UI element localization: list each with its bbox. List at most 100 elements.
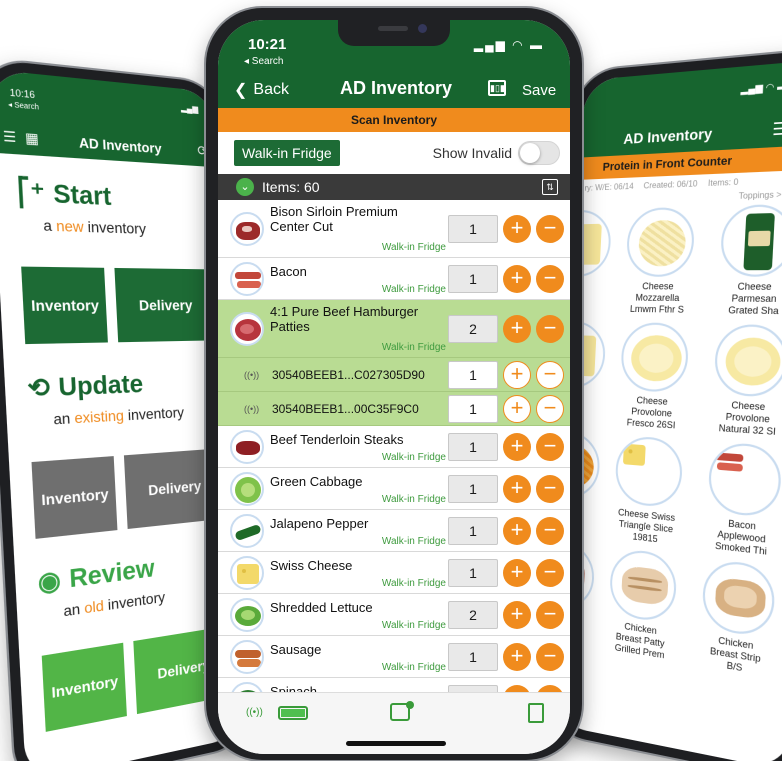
minus-button[interactable]: − bbox=[536, 264, 564, 293]
product-tile[interactable]: Chicken Breast Patty Grilled Prem bbox=[596, 546, 689, 666]
minus-button[interactable]: − bbox=[536, 360, 564, 389]
product-tile[interactable]: Cheese Parmesan Grated Sha bbox=[706, 203, 782, 319]
product-tile[interactable]: Bacon Applewood Smoked Thi bbox=[694, 441, 782, 562]
filter-bar: Walk-in Fridge Show Invalid bbox=[218, 132, 570, 174]
list-item[interactable]: Swiss Cheese Walk-in Fridge 1 + − bbox=[218, 552, 570, 594]
menu-icon[interactable]: ☰ bbox=[3, 128, 17, 147]
product-label: Cheese Mozzarella Lmwm Fthr S bbox=[629, 280, 685, 315]
product-tile[interactable]: Chicken Breast Strip B/S bbox=[688, 557, 782, 682]
minus-button[interactable]: − bbox=[536, 600, 564, 629]
rfid-tag-row[interactable]: ((•)) 30540BEEB1...00C35F9C0 1 + − bbox=[218, 392, 570, 426]
back-to-search[interactable]: ◂ Search bbox=[8, 100, 39, 111]
list-item[interactable]: Bison Sirloin Premium Center Cut Walk-in … bbox=[218, 200, 570, 258]
product-tile[interactable]: Cheese Swiss Triangle Slice 19815 bbox=[602, 434, 695, 550]
quantity-field[interactable]: 1 bbox=[448, 264, 498, 293]
plus-button[interactable]: + bbox=[503, 360, 531, 389]
quantity-field[interactable]: 1 bbox=[448, 642, 498, 671]
list-item[interactable]: Sausage Walk-in Fridge 1 + − bbox=[218, 636, 570, 678]
right-phone-screen: ▂▄▆ ◠ ▬ AD Inventory ☰ ⌗ Protein in Fron… bbox=[552, 59, 782, 761]
product-thumbnail bbox=[230, 639, 264, 674]
plus-button[interactable]: + bbox=[503, 264, 531, 293]
product-tile[interactable]: Cheese Mozzarella Lmwm Fthr S bbox=[613, 206, 707, 317]
product-label: Bacon Applewood Smoked Thi bbox=[714, 517, 768, 557]
minus-button[interactable]: − bbox=[536, 474, 564, 503]
save-button[interactable]: Save bbox=[522, 82, 556, 99]
plus-button[interactable]: + bbox=[503, 600, 531, 629]
product-image bbox=[707, 441, 782, 519]
item-name: Bison Sirloin Premium Center Cut bbox=[270, 204, 398, 234]
quantity-field[interactable]: 1 bbox=[448, 474, 498, 503]
start-section: ⎡⁺ Start a new inventory Inventory Deliv… bbox=[0, 153, 226, 345]
product-grid: e an 0SICheese Mozzarella Lmwm Fthr SChe… bbox=[552, 198, 782, 683]
list-item[interactable]: 4:1 Pure Beef Hamburger Patties Walk-in F… bbox=[218, 300, 570, 358]
item-location: Walk-in Fridge bbox=[381, 494, 446, 505]
page-title: AD Inventory bbox=[340, 78, 453, 98]
reader-connect-icon[interactable] bbox=[390, 701, 414, 721]
list-item[interactable]: Jalapeno Pepper Walk-in Fridge 1 + − bbox=[218, 510, 570, 552]
back-label: Back bbox=[253, 81, 289, 98]
product-label: Chicken Breast Strip B/S bbox=[709, 635, 761, 674]
minus-button[interactable]: − bbox=[536, 558, 564, 587]
list-item[interactable]: Bacon Walk-in Fridge 1 + − bbox=[218, 258, 570, 300]
list-item[interactable]: Shredded Lettuce Walk-in Fridge 2 + − bbox=[218, 594, 570, 636]
plus-button[interactable]: + bbox=[503, 642, 531, 671]
grid-icon[interactable]: ▦ bbox=[25, 129, 40, 148]
list-item[interactable]: Green Cabbage Walk-in Fridge 1 + − bbox=[218, 468, 570, 510]
back-to-search[interactable]: ◂ Search bbox=[244, 56, 283, 67]
plus-button[interactable]: + bbox=[503, 432, 531, 461]
minus-button[interactable]: − bbox=[536, 214, 564, 243]
plus-button[interactable]: + bbox=[503, 314, 531, 343]
rfid-tag-row[interactable]: ((•)) 30540BEEB1...C027305D90 1 + − bbox=[218, 358, 570, 392]
back-button[interactable]: ❮ Back bbox=[234, 80, 289, 100]
start-inventory-button[interactable]: Inventory bbox=[21, 266, 109, 345]
minus-button[interactable]: − bbox=[536, 432, 564, 461]
minus-button[interactable]: − bbox=[536, 394, 564, 423]
items-header[interactable]: ⌄ Items: 60 ⇅ bbox=[218, 174, 570, 200]
show-invalid-toggle[interactable] bbox=[518, 141, 560, 165]
plus-button[interactable]: + bbox=[503, 516, 531, 545]
sort-icon[interactable]: ⇅ bbox=[542, 179, 558, 195]
item-name: Swiss Cheese bbox=[270, 558, 353, 573]
item-name: Bacon bbox=[270, 264, 307, 279]
rfid-icon: ((•)) bbox=[244, 403, 260, 414]
quantity-field[interactable]: 2 bbox=[448, 314, 498, 343]
location-button[interactable]: Walk-in Fridge bbox=[234, 140, 340, 166]
quantity-field[interactable]: 1 bbox=[448, 214, 498, 243]
update-section: ⟲ Update an existing inventory Inventory… bbox=[3, 340, 235, 541]
product-image bbox=[619, 322, 690, 394]
tag-code: 30540BEEB1...00C35F9C0 bbox=[272, 401, 419, 416]
product-thumbnail bbox=[230, 311, 264, 346]
list-item[interactable]: Beef Tenderloin Steaks Walk-in Fridge 1 + − bbox=[218, 426, 570, 468]
rfid-icon[interactable]: ((•)) bbox=[246, 707, 263, 718]
eye-icon: ◉ bbox=[37, 565, 62, 598]
plus-button[interactable]: + bbox=[503, 558, 531, 587]
show-invalid-label: Show Invalid bbox=[432, 145, 512, 161]
minus-button[interactable]: − bbox=[536, 314, 564, 343]
plus-button[interactable]: + bbox=[503, 214, 531, 243]
quantity-field[interactable]: 2 bbox=[448, 600, 498, 629]
review-inventory-button[interactable]: Inventory bbox=[41, 642, 128, 732]
barcode-scan-icon[interactable]: ▮▯▮ bbox=[488, 80, 506, 96]
quantity-field[interactable]: 1 bbox=[448, 558, 498, 587]
minus-button[interactable]: − bbox=[536, 642, 564, 671]
update-inventory-button[interactable]: Inventory bbox=[31, 456, 118, 539]
product-image bbox=[608, 547, 678, 625]
center-phone-screen: 10:21 ◂ Search ▂▄▆ ◠ ▬ ❮ Back AD Invento… bbox=[218, 20, 570, 754]
quantity-field[interactable]: 1 bbox=[448, 516, 498, 545]
bottom-toolbar: ((•)) bbox=[218, 692, 570, 754]
product-tile[interactable]: Cheese Provolone Natural 32 SI bbox=[700, 323, 782, 441]
app-title: AD Inventory bbox=[623, 124, 713, 148]
quantity-field[interactable]: 1 bbox=[448, 394, 498, 423]
list-icon[interactable]: ☰ bbox=[772, 118, 782, 141]
minus-button[interactable]: − bbox=[536, 516, 564, 545]
document-icon[interactable] bbox=[528, 703, 544, 723]
chevron-left-icon: ❮ bbox=[234, 82, 248, 99]
item-location: Walk-in Fridge bbox=[381, 342, 446, 353]
chevron-down-icon[interactable]: ⌄ bbox=[236, 178, 254, 196]
plus-button[interactable]: + bbox=[503, 474, 531, 503]
quantity-field[interactable]: 1 bbox=[448, 360, 498, 389]
product-tile[interactable]: Cheese Provolone Fresco 26SI bbox=[607, 322, 701, 434]
quantity-field[interactable]: 1 bbox=[448, 432, 498, 461]
start-delivery-button[interactable]: Delivery bbox=[114, 267, 215, 343]
plus-button[interactable]: + bbox=[503, 394, 531, 423]
